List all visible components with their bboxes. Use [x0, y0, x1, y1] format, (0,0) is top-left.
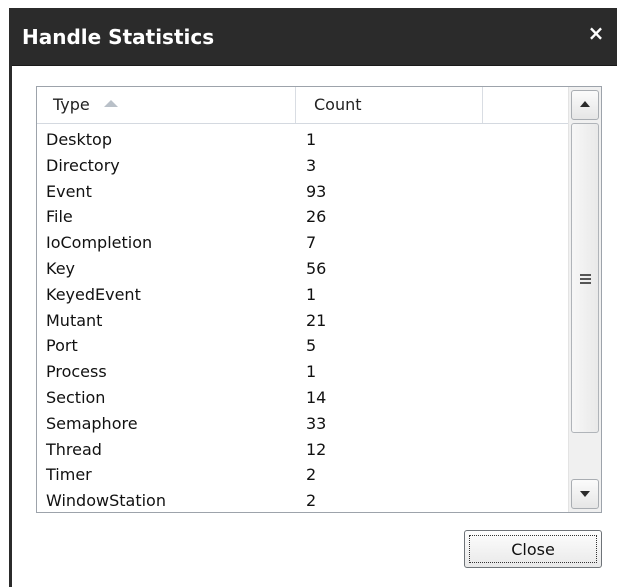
table-row[interactable]: Thread 12	[37, 437, 568, 463]
cell-count: 56	[306, 258, 327, 278]
cell-count: 14	[306, 387, 327, 407]
table-row[interactable]: Event 93	[37, 179, 568, 205]
cell-type: File	[46, 207, 73, 227]
column-header-count-label: Count	[314, 95, 362, 114]
handle-statistics-dialog: Handle Statistics × Type Count Desktop 1 D…	[0, 0, 617, 587]
table-row[interactable]: Process 1	[37, 359, 568, 385]
cell-type: Event	[46, 181, 92, 201]
table-row[interactable]: Semaphore 33	[37, 411, 568, 437]
close-icon[interactable]: ×	[585, 22, 607, 44]
scroll-up-button[interactable]	[571, 90, 599, 120]
table-row[interactable]: Section 14	[37, 385, 568, 411]
cell-count: 1	[306, 130, 317, 149]
list-header: Type Count	[37, 87, 568, 124]
cell-type: Timer	[46, 465, 92, 485]
dialog-title: Handle Statistics	[22, 25, 215, 49]
sort-ascending-icon	[103, 100, 118, 107]
table-row[interactable]: KeyedEvent 1	[37, 282, 568, 308]
column-header-type-label: Type	[53, 95, 90, 114]
column-header-type[interactable]: Type	[37, 87, 296, 123]
title-bar[interactable]: Handle Statistics ×	[9, 8, 617, 66]
cell-count: 1	[306, 362, 317, 382]
list-rows: Desktop 1 Directory 3 Event 93 File 26 IoComplet…	[37, 127, 568, 512]
cell-count: 1	[306, 284, 317, 304]
cell-count: 5	[306, 336, 317, 356]
table-row[interactable]: Port 5	[37, 333, 568, 359]
table-row[interactable]: IoCompletion 7	[37, 230, 568, 256]
cell-type: Port	[46, 336, 78, 356]
scroll-up-arrow-icon	[580, 101, 590, 107]
cell-count: 26	[306, 207, 327, 227]
table-row[interactable]: Key 56	[37, 256, 568, 282]
cell-type: WindowStation	[46, 491, 166, 511]
cell-type: IoCompletion	[46, 233, 153, 253]
cell-count: 2	[306, 491, 317, 511]
close-button[interactable]: Close	[464, 530, 602, 568]
cell-type: Process	[46, 362, 107, 382]
cell-type: Section	[46, 387, 106, 407]
close-button-label: Close	[469, 535, 597, 563]
table-row[interactable]: Mutant 21	[37, 308, 568, 334]
cell-type: Directory	[46, 155, 120, 175]
scroll-thumb[interactable]	[571, 123, 599, 433]
scroll-down-button[interactable]	[571, 479, 599, 509]
scroll-down-arrow-icon	[580, 491, 590, 497]
grip-icon	[580, 274, 591, 286]
vertical-scrollbar[interactable]	[568, 87, 601, 512]
cell-type: Key	[46, 258, 76, 278]
cell-type: Semaphore	[46, 413, 138, 433]
column-header-count[interactable]: Count	[296, 87, 483, 123]
handle-list[interactable]: Type Count Desktop 1 Directory 3 Event 93 File…	[36, 86, 602, 513]
cell-count: 21	[306, 310, 327, 330]
cell-type: Mutant	[46, 310, 103, 330]
cell-count: 2	[306, 465, 317, 485]
cell-type: Thread	[46, 439, 102, 459]
cell-count: 93	[306, 181, 327, 201]
cell-type: KeyedEvent	[46, 284, 141, 304]
table-row[interactable]: Timer 2	[37, 462, 568, 488]
cell-count: 7	[306, 233, 317, 253]
table-row[interactable]: WindowStation 2	[37, 488, 568, 512]
window-border	[9, 65, 12, 587]
cell-count: 3	[306, 155, 317, 175]
table-row[interactable]: File 26	[37, 204, 568, 230]
cell-count: 33	[306, 413, 327, 433]
table-row[interactable]: Desktop 1	[37, 127, 568, 153]
table-row[interactable]: Directory 3	[37, 153, 568, 179]
cell-count: 12	[306, 439, 327, 459]
cell-type: Desktop	[46, 130, 112, 149]
